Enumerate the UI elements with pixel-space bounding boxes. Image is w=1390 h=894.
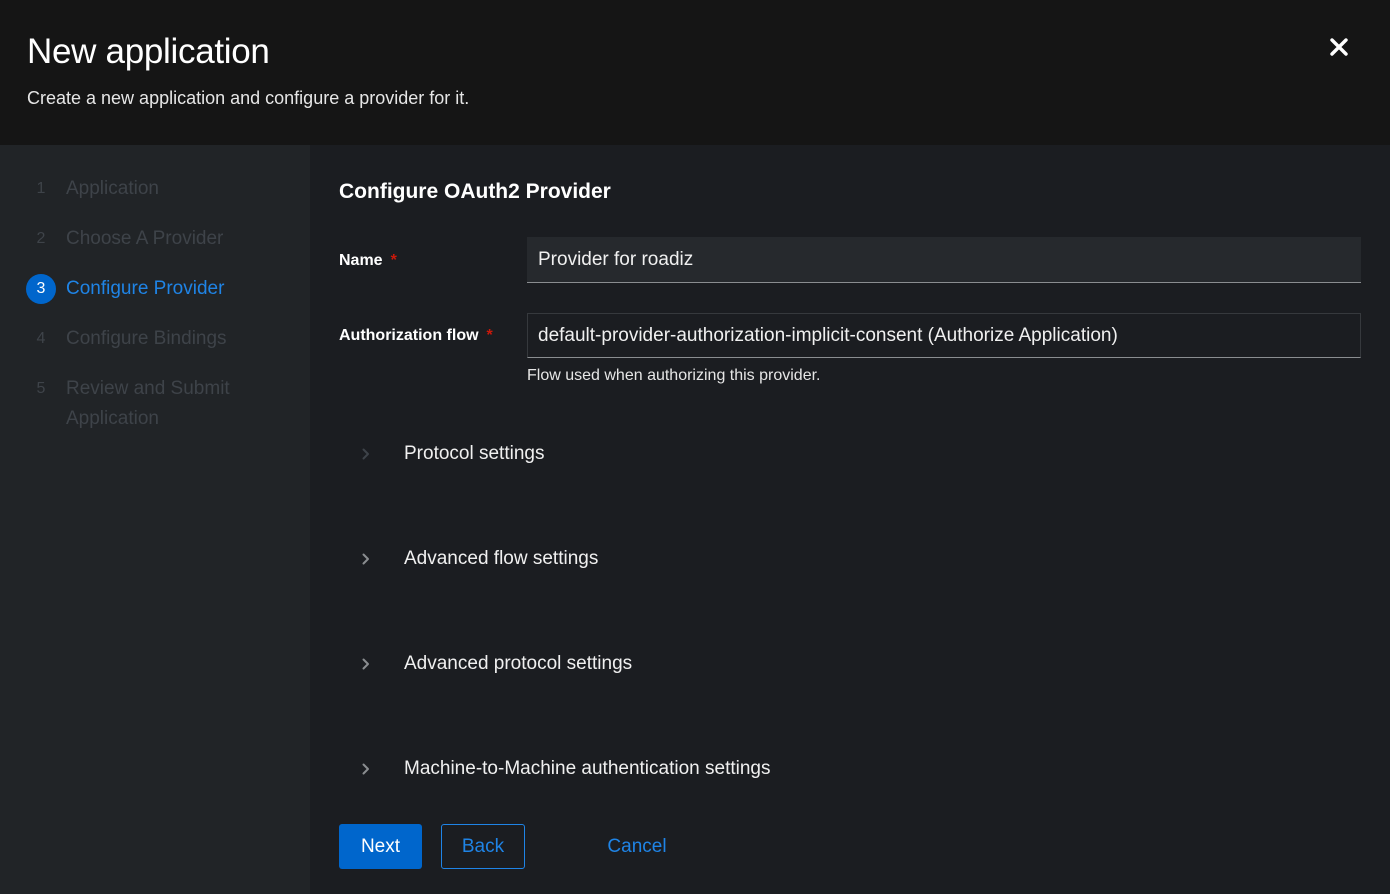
protocol-settings-toggle[interactable]: Protocol settings [362, 434, 1062, 474]
step-label: Application [66, 178, 159, 199]
chevron-right-icon [362, 553, 374, 565]
step-configure-provider[interactable]: 3 Configure Provider [26, 274, 296, 304]
next-button[interactable]: Next [339, 824, 422, 869]
section-label: Protocol settings [404, 443, 545, 464]
chevron-right-icon [362, 448, 374, 460]
wizard-description: Create a new application and configure a… [27, 88, 470, 108]
section-label: Advanced flow settings [404, 548, 599, 569]
step-number: 5 [36, 380, 46, 397]
step-number: 3 [26, 274, 56, 304]
advanced-flow-settings-toggle[interactable]: Advanced flow settings [362, 539, 1062, 579]
authorization-flow-help: Flow used when authorizing this provider… [527, 367, 821, 384]
step-number: 2 [36, 230, 46, 247]
wizard-steps-nav: 1 Application 2 Choose A Provider 3 Conf… [0, 145, 310, 894]
cancel-button[interactable]: Cancel [592, 824, 682, 869]
close-button[interactable] [1322, 30, 1356, 64]
chevron-right-icon [362, 658, 374, 670]
wizard-title: New application [27, 32, 270, 71]
authorization-flow-label: Authorization flow * [339, 327, 493, 344]
authorization-flow-select[interactable]: default-provider-authorization-implicit-… [527, 313, 1361, 358]
m2m-authentication-settings-toggle[interactable]: Machine-to-Machine authentication settin… [362, 749, 1062, 789]
section-label: Machine-to-Machine authentication settin… [404, 758, 771, 779]
name-label: Name * [339, 252, 397, 269]
back-button[interactable]: Back [441, 824, 525, 869]
close-icon [1330, 38, 1348, 56]
form-title: Configure OAuth2 Provider [339, 180, 611, 203]
name-input[interactable] [527, 237, 1361, 283]
step-label: Review and Submit Application [66, 378, 230, 429]
step-application[interactable]: 1 Application [26, 174, 296, 204]
wizard-body: Configure OAuth2 Provider Name* Authoriz… [310, 145, 1390, 894]
step-number: 1 [36, 180, 46, 197]
step-number: 4 [36, 330, 46, 347]
required-mark: * [486, 327, 493, 344]
wizard-header: New application Create a new application… [0, 0, 1390, 145]
step-label: Choose A Provider [66, 228, 224, 249]
advanced-protocol-settings-toggle[interactable]: Advanced protocol settings [362, 644, 1062, 684]
step-review-submit[interactable]: 5 Review and Submit Application [26, 374, 256, 434]
step-label: Configure Provider [66, 278, 225, 299]
section-label: Advanced protocol settings [404, 653, 633, 674]
step-label: Configure Bindings [66, 328, 227, 349]
required-mark: * [390, 252, 397, 269]
step-configure-bindings[interactable]: 4 Configure Bindings [26, 324, 296, 354]
step-choose-provider[interactable]: 2 Choose A Provider [26, 224, 296, 254]
new-application-wizard: New application Create a new application… [0, 0, 1390, 894]
chevron-right-icon [362, 763, 374, 775]
